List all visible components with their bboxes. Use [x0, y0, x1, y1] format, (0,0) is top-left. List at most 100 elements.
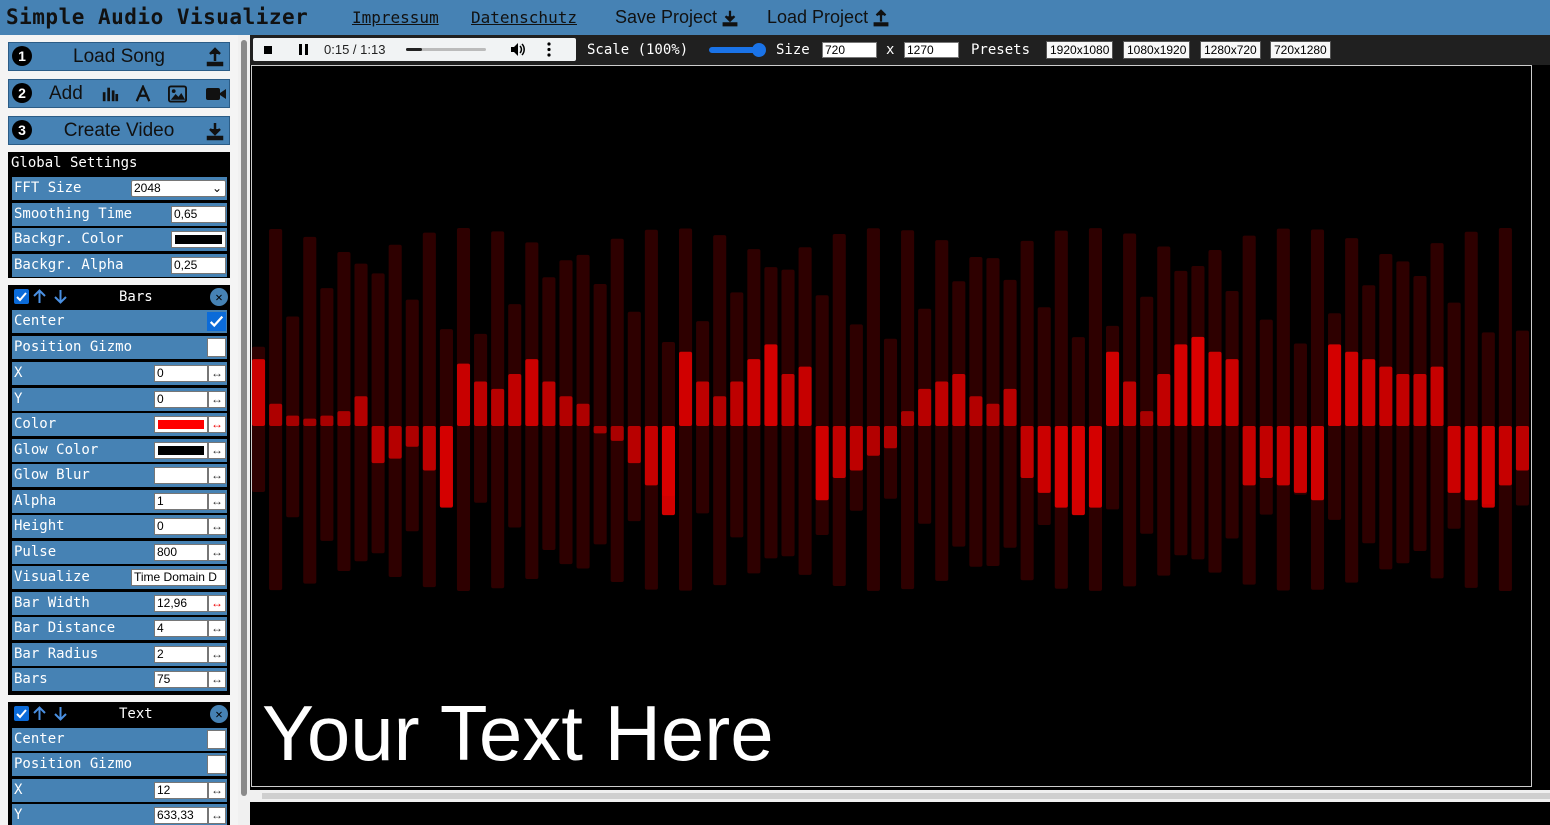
range-toggle-button[interactable]: ↔: [208, 467, 226, 484]
more-options-icon[interactable]: [546, 42, 552, 57]
range-toggle-button[interactable]: ↔: [208, 390, 226, 408]
x-input[interactable]: 0: [154, 365, 208, 382]
add-bars-icon[interactable]: [101, 85, 119, 103]
move-down-icon[interactable]: [53, 289, 68, 304]
move-down-icon[interactable]: [53, 706, 68, 721]
bars-pulse-row: Pulse 800 ↔: [12, 540, 227, 564]
visualizer-canvas[interactable]: Your Text Here: [251, 65, 1532, 787]
impressum-link[interactable]: Impressum: [352, 8, 439, 27]
bar: [371, 426, 385, 464]
bar: [832, 426, 846, 478]
visualize-select[interactable]: Time Domain D: [131, 569, 226, 586]
center-checkbox[interactable]: [207, 730, 226, 749]
range-toggle-button[interactable]: ↔: [208, 518, 226, 535]
bar: [713, 396, 727, 426]
scale-slider[interactable]: [709, 43, 766, 57]
range-toggle-button[interactable]: ↔: [208, 807, 226, 824]
bar: [422, 426, 436, 471]
glow-blur-picker[interactable]: [154, 467, 208, 484]
bar: [456, 363, 471, 426]
width-input[interactable]: 720: [822, 42, 877, 58]
position-gizmo-checkbox[interactable]: [207, 338, 226, 357]
preset-1080x1920-button[interactable]: 1080x1920: [1123, 41, 1191, 59]
position-gizmo-checkbox[interactable]: [207, 755, 226, 774]
move-up-icon[interactable]: [32, 706, 47, 721]
move-up-icon[interactable]: [32, 289, 47, 304]
bars-enabled-checkbox[interactable]: [14, 289, 29, 304]
smoothing-time-input[interactable]: 0,65: [171, 206, 226, 223]
bars-label: Bars: [14, 671, 48, 687]
range-toggle-button[interactable]: ↔: [208, 543, 226, 561]
bar-width-input[interactable]: 12,96: [154, 594, 208, 612]
background-alpha-input[interactable]: 0,25: [171, 257, 226, 274]
bar-width-label: Bar Width: [14, 594, 90, 611]
fft-size-select[interactable]: 2048 ⌄: [131, 180, 226, 197]
center-checkbox[interactable]: [207, 312, 226, 331]
bar-distance-input[interactable]: 4: [154, 620, 208, 637]
visualizer-text[interactable]: Your Text Here: [262, 688, 774, 779]
bar: [286, 415, 300, 426]
load-song-button[interactable]: 1 Load Song: [8, 42, 230, 71]
height-input[interactable]: 0: [154, 518, 208, 535]
save-project-button[interactable]: Save Project: [615, 7, 739, 28]
alpha-input[interactable]: 1: [154, 492, 208, 510]
range-toggle-button[interactable]: ↔: [208, 441, 226, 459]
upload-icon: [873, 8, 889, 26]
text-center-row: Center: [12, 728, 227, 751]
background-color-label: Backgr. Color: [14, 231, 124, 247]
load-project-button[interactable]: Load Project: [767, 7, 890, 28]
alpha-label: Alpha: [14, 492, 57, 509]
preset-1280x720-button[interactable]: 1280x720: [1200, 41, 1261, 59]
bar: [354, 396, 368, 426]
preset-1920x1080-button[interactable]: 1920x1080: [1046, 41, 1114, 59]
y-input[interactable]: 0: [154, 390, 208, 408]
save-project-label: Save Project: [615, 7, 718, 27]
progress-bar[interactable]: [406, 48, 486, 51]
add-text-icon[interactable]: [134, 85, 152, 103]
add-image-icon[interactable]: [168, 85, 187, 103]
bars-color-row: Color ↔: [12, 413, 227, 436]
preset-720x1280-button[interactable]: 720x1280: [1270, 41, 1331, 59]
center-label: Center: [14, 731, 65, 747]
bar: [1259, 426, 1273, 478]
y-input[interactable]: 633,33: [154, 807, 208, 824]
height-input[interactable]: 1270: [904, 42, 959, 58]
sidebar-scrollbar-thumb[interactable]: [241, 40, 247, 796]
range-toggle-button[interactable]: ↔: [208, 645, 226, 663]
add-video-icon[interactable]: [205, 85, 227, 103]
range-toggle-button[interactable]: ↔: [208, 782, 226, 799]
range-toggle-button[interactable]: ↔: [208, 594, 226, 612]
volume-icon[interactable]: [510, 42, 526, 57]
bars-input[interactable]: 75: [154, 671, 208, 688]
range-toggle-button[interactable]: ↔: [208, 620, 226, 637]
text-enabled-checkbox[interactable]: [14, 706, 29, 721]
remove-bars-button[interactable]: ✕: [210, 288, 228, 306]
bar: [525, 359, 539, 426]
range-toggle-button[interactable]: ↔: [208, 365, 226, 382]
canvas-scrollbar-thumb[interactable]: [262, 793, 1550, 799]
text-panel: Text ✕ Center Position Gizmo X 12 ↔ Y 63…: [8, 702, 230, 825]
y-label: Y: [14, 390, 23, 407]
pulse-input[interactable]: 800: [154, 543, 208, 561]
remove-text-button[interactable]: ✕: [210, 705, 228, 723]
scale-slider-thumb[interactable]: [752, 43, 766, 57]
background-color-picker[interactable]: [171, 231, 226, 248]
pause-icon[interactable]: [298, 44, 309, 55]
color-picker[interactable]: [154, 416, 208, 433]
range-toggle-button[interactable]: ↔: [208, 492, 226, 510]
create-video-button[interactable]: 3 Create Video: [8, 116, 230, 145]
range-toggle-button[interactable]: ↔: [208, 671, 226, 688]
sidebar: 1 Load Song 2 Add 3 Create Video Global …: [0, 35, 238, 825]
bar-echo: [388, 244, 402, 578]
bar-echo: [405, 299, 419, 532]
range-toggle-button[interactable]: ↔: [208, 416, 226, 433]
bar-radius-input[interactable]: 2: [154, 645, 208, 663]
bars-x-row: X 0 ↔: [12, 362, 227, 385]
datenschutz-link[interactable]: Datenschutz: [471, 8, 577, 27]
progress-fill: [406, 48, 422, 51]
stop-icon[interactable]: [264, 46, 272, 54]
x-input[interactable]: 12: [154, 782, 208, 799]
glow-color-picker[interactable]: [154, 441, 208, 459]
bar: [1106, 351, 1120, 426]
bar-echo: [593, 283, 607, 545]
